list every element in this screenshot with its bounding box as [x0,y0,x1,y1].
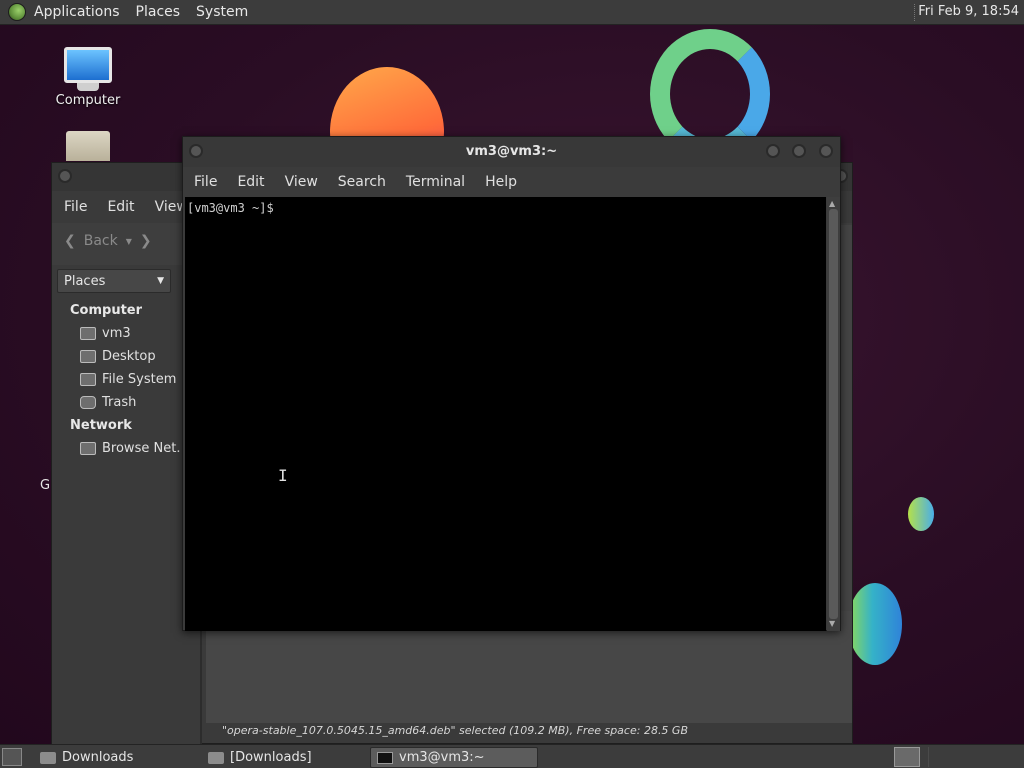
sidebar-item-label: Trash [102,395,137,410]
sidebar-heading-network: Network [70,418,132,433]
menu-view[interactable]: View [285,174,318,190]
arrow-left-icon: ❮ [64,233,76,249]
close-icon[interactable] [819,144,833,158]
chevron-down-icon: ▼ [125,236,132,246]
shell-prompt: [vm3@vm3 ~]$ [187,201,274,215]
decorative-small-blob [908,497,934,531]
home-folder-icon [66,131,110,161]
places-dropdown[interactable]: Places ▼ [57,269,171,293]
minimize-icon[interactable] [766,144,780,158]
computer-icon [64,47,112,83]
taskbar-item-terminal[interactable]: vm3@vm3:~ [370,747,538,768]
sidebar-item-label: File System [102,372,177,387]
menu-terminal[interactable]: Terminal [406,174,465,190]
top-panel: Applications Places System Fri Feb 9, 18… [0,0,1024,25]
terminal-output[interactable]: [vm3@vm3 ~]$ [185,197,826,631]
desktop-icon-computer[interactable]: Computer [48,47,128,108]
mate-logo-icon[interactable] [8,3,26,21]
menu-edit[interactable]: Edit [237,174,264,190]
workspace-1[interactable] [894,747,920,767]
show-desktop-icon[interactable] [2,748,22,766]
bottom-panel: Downloads [Downloads] vm3@vm3:~ [0,744,1024,768]
terminal-titlebar[interactable]: vm3@vm3:~ [183,137,840,167]
maximize-icon[interactable] [792,144,806,158]
sidebar-item-vm3[interactable]: vm3 [80,326,131,341]
menu-file[interactable]: File [64,199,87,215]
sidebar-item-file-system[interactable]: File System [80,372,176,387]
scroll-down-icon[interactable]: ▼ [829,619,835,628]
menu-file[interactable]: File [194,174,217,190]
desktop-icon-label: Computer [55,93,121,108]
arrow-right-icon: ❯ [139,233,152,249]
panel-separator [914,4,916,21]
sidebar-item-browse-network[interactable]: Browse Net… [80,441,189,456]
places-sidebar: Computer vm3 Desktop File System Trash N… [52,297,202,745]
menu-system[interactable]: System [196,4,248,20]
window-title: vm3@vm3:~ [465,144,558,159]
window-menu-icon[interactable] [58,169,72,183]
menu-search[interactable]: Search [338,174,386,190]
decorative-blue-blob [848,583,902,665]
terminal-window: vm3@vm3:~ File Edit View Search Terminal… [182,136,841,631]
status-bar: "opera-stable_107.0.5045.15_amd64.deb" s… [222,724,689,737]
clock[interactable]: Fri Feb 9, 18:54 [918,4,1019,19]
menu-edit[interactable]: Edit [107,199,134,215]
taskbar-item-label: Downloads [62,750,134,765]
sidebar-item-label: vm3 [102,326,131,341]
scroll-up-icon[interactable]: ▲ [829,199,835,208]
menu-applications[interactable]: Applications [34,4,120,20]
taskbar-item-label: vm3@vm3:~ [399,750,485,765]
desktop-icon [80,350,96,363]
terminal-icon [377,751,393,764]
back-button[interactable]: ❮ Back ▼ ❯ [64,233,152,249]
back-label: Back [83,233,118,249]
sidebar-item-label: Desktop [102,349,156,364]
home-icon [80,327,96,340]
sidebar-item-desktop[interactable]: Desktop [80,349,156,364]
file-manager-menubar: File Edit View [52,193,196,221]
places-dropdown-label: Places [64,273,106,289]
workspace-2[interactable] [928,747,954,767]
chevron-down-icon: ▼ [157,276,164,286]
taskbar-item-downloads[interactable]: Downloads [34,747,194,768]
network-icon [80,442,96,455]
trash-icon [80,396,96,409]
drive-icon [80,373,96,386]
scrollbar-thumb[interactable] [829,209,838,619]
terminal-menubar: File Edit View Search Terminal Help [183,168,526,196]
taskbar-item-label: [Downloads] [230,750,312,765]
menu-help[interactable]: Help [485,174,517,190]
menu-places[interactable]: Places [136,4,181,20]
desktop-icon-home[interactable] [48,131,128,161]
folder-icon [208,751,224,764]
folder-icon [40,751,56,764]
terminal-scrollbar[interactable]: ▲ ▼ [827,197,840,631]
sidebar-heading-computer: Computer [70,303,143,318]
text-cursor-icon: I [278,466,288,485]
taskbar-item-downloads-minimized[interactable]: [Downloads] [202,747,366,768]
desktop-partial-label: G [40,478,51,493]
sidebar-item-trash[interactable]: Trash [80,395,136,410]
sidebar-item-label: Browse Net… [102,441,190,456]
